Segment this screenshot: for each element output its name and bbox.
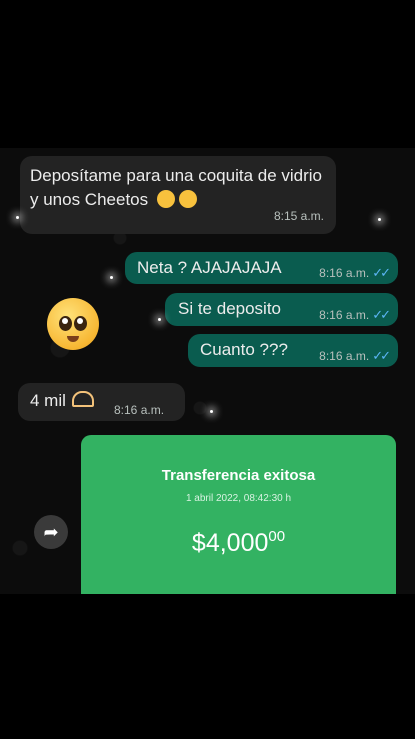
- message-text: Si te deposito: [178, 299, 282, 318]
- message-time: 8:16 a.m. ✓✓: [319, 307, 391, 322]
- mouth-icon: [67, 336, 79, 342]
- message-text: Deposítame para una coquita de vidrio y …: [30, 166, 323, 209]
- pleading-face-icon: [178, 190, 197, 208]
- eye-icon: [59, 316, 72, 331]
- sparkle: [110, 276, 113, 279]
- message-text: Neta ? AJAJAJAJA: [137, 258, 282, 277]
- outgoing-message-1[interactable]: Neta ? AJAJAJAJA 8:16 a.m. ✓✓: [125, 252, 398, 284]
- message-time: 8:16 a.m.: [114, 403, 165, 417]
- message-time: 8:16 a.m. ✓✓: [319, 348, 391, 363]
- transfer-receipt-image[interactable]: Transferencia exitosa 1 abril 2022, 08:4…: [81, 435, 396, 594]
- transfer-title: Transferencia exitosa: [161, 467, 316, 484]
- heart-hands-icon: [71, 391, 94, 407]
- incoming-message-1[interactable]: Deposítame para una coquita de vidrio y …: [20, 156, 336, 234]
- read-ticks-icon: ✓✓: [372, 265, 391, 280]
- bottom-letterbox: [0, 594, 415, 739]
- chat-area: Deposítame para una coquita de vidrio y …: [0, 148, 415, 594]
- pleading-face-icon: [47, 298, 99, 350]
- eye-icon: [74, 316, 87, 331]
- top-letterbox: [0, 0, 415, 148]
- read-ticks-icon: ✓✓: [372, 307, 391, 322]
- read-ticks-icon: ✓✓: [372, 348, 391, 363]
- forward-arrow-icon[interactable]: ➦: [34, 515, 68, 549]
- sparkle: [378, 218, 381, 221]
- sparkle: [16, 216, 19, 219]
- incoming-message-2[interactable]: 4 mil 8:16 a.m.: [18, 383, 185, 421]
- message-text: 4 mil: [30, 391, 66, 410]
- outgoing-message-3[interactable]: Cuanto ??? 8:16 a.m. ✓✓: [188, 334, 398, 367]
- message-text: Cuanto ???: [200, 340, 288, 359]
- transfer-date: 1 abril 2022, 08:42:30 h: [185, 493, 292, 504]
- sparkle: [158, 318, 161, 321]
- sparkle: [210, 410, 213, 413]
- transfer-amount: $4,00000: [191, 528, 286, 557]
- frowning-face-icon: [156, 190, 175, 208]
- message-time: 8:15 a.m.: [273, 209, 324, 223]
- outgoing-message-2[interactable]: Si te deposito 8:16 a.m. ✓✓: [165, 293, 398, 326]
- message-time: 8:16 a.m. ✓✓: [319, 265, 391, 280]
